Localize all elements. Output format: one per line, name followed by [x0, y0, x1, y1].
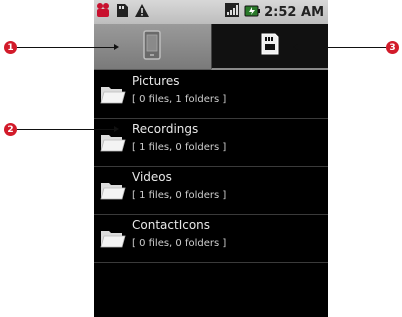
- folder-title: Recordings: [132, 122, 199, 136]
- list-item[interactable]: Videos [ 1 files, 0 folders ]: [94, 167, 328, 215]
- folder-info: [ 1 files, 0 folders ]: [132, 142, 227, 153]
- folder-icon: [100, 227, 126, 249]
- callout-arrow-2: [114, 126, 119, 132]
- folder-info: [ 0 files, 0 folders ]: [132, 238, 227, 249]
- notification-icon: [96, 2, 110, 22]
- list-item[interactable]: ContactIcons [ 0 files, 0 folders ]: [94, 215, 328, 263]
- callout-marker-2: 2: [4, 123, 17, 136]
- folder-title: Videos: [132, 170, 172, 184]
- callout-arrow-1: [114, 44, 119, 50]
- folder-icon: [100, 179, 126, 201]
- warning-icon: [134, 3, 150, 22]
- callout-line-3: [298, 47, 386, 48]
- list-item[interactable]: Recordings [ 1 files, 0 folders ]: [94, 119, 328, 167]
- folder-title: Pictures: [132, 74, 180, 88]
- folder-title: ContactIcons: [132, 218, 211, 232]
- callout-marker-3: 3: [386, 41, 399, 54]
- status-bar: 2:52 AM: [94, 0, 328, 24]
- list-item[interactable]: Pictures [ 0 files, 1 folders ]: [94, 71, 328, 119]
- callout-line-1: [17, 47, 114, 48]
- sd-card-icon: [115, 2, 129, 22]
- callout-line-2: [17, 129, 114, 130]
- signal-icon: [224, 2, 240, 22]
- battery-icon: [244, 3, 261, 22]
- sd-card-icon: [260, 32, 280, 60]
- callout-arrow-3: [293, 44, 298, 50]
- callout-marker-1: 1: [4, 41, 17, 54]
- phone-icon: [142, 29, 162, 64]
- folder-list: Pictures [ 0 files, 1 folders ] Recordin…: [94, 71, 328, 263]
- folder-icon: [100, 83, 126, 105]
- folder-info: [ 0 files, 1 folders ]: [132, 94, 227, 105]
- clock: 2:52 AM: [264, 4, 324, 20]
- folder-icon: [100, 131, 126, 153]
- folder-info: [ 1 files, 0 folders ]: [132, 190, 227, 201]
